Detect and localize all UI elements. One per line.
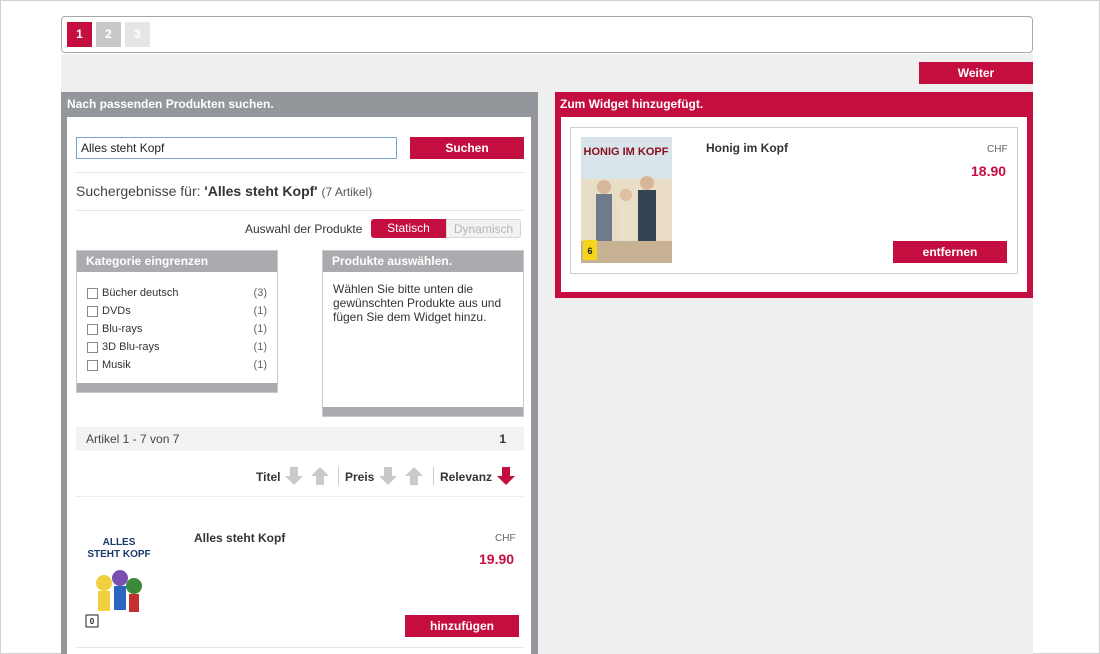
category-name: 3D Blu-rays xyxy=(102,341,160,353)
sort-title-asc-icon[interactable] xyxy=(311,466,329,486)
weiter-button[interactable]: Weiter xyxy=(919,62,1033,84)
age-rating: 0 xyxy=(90,617,95,626)
sort-price-desc-icon[interactable] xyxy=(379,466,397,486)
category-item[interactable]: DVDs (1) xyxy=(87,305,267,319)
category-name: DVDs xyxy=(102,305,131,317)
add-to-widget-button[interactable]: hinzufügen xyxy=(405,615,519,637)
results-count: (7 Artikel) xyxy=(321,185,373,199)
results-prefix: Suchergebnisse für: xyxy=(76,183,205,199)
widget-panel-body: HONIG IM KOPF 6 Honig im Kopf CHF 18.90 … xyxy=(561,117,1027,292)
checkbox[interactable] xyxy=(87,360,98,371)
step-3[interactable]: 3 xyxy=(125,22,150,47)
box-footer xyxy=(77,383,277,392)
category-item[interactable]: Bücher deutsch (3) xyxy=(87,287,267,301)
category-name: Musik xyxy=(102,359,131,371)
currency-label: CHF xyxy=(987,144,1008,155)
remove-from-widget-button[interactable]: entfernen xyxy=(893,241,1007,263)
divider xyxy=(76,210,524,211)
search-panel-title: Nach passenden Produkten suchen. xyxy=(67,97,274,111)
category-name: Bücher deutsch xyxy=(102,287,179,299)
category-count: (1) xyxy=(253,305,267,317)
product-select-title: Produkte auswählen. xyxy=(323,251,523,272)
product-cover-image: ALLES STEHT KOPF 0 xyxy=(84,528,154,628)
search-panel: Nach passenden Produkten suchen. Suchen … xyxy=(61,92,538,654)
step-2[interactable]: 2 xyxy=(96,22,121,47)
product-title: Honig im Kopf xyxy=(706,141,788,155)
category-count: (1) xyxy=(253,341,267,353)
search-panel-body: Suchen Suchergebnisse für: 'Alles steht … xyxy=(67,117,531,654)
pagination-bar: Artikel 1 - 7 von 7 1 xyxy=(76,427,524,451)
checkbox[interactable] xyxy=(87,306,98,317)
currency-label: CHF xyxy=(495,533,516,544)
category-item[interactable]: 3D Blu-rays (1) xyxy=(87,341,267,355)
age-rating: 6 xyxy=(587,246,592,256)
box-footer xyxy=(323,407,523,416)
step-indicator: 1 2 3 xyxy=(61,16,1033,53)
checkbox[interactable] xyxy=(87,288,98,299)
search-input[interactable] xyxy=(76,137,397,159)
cover-title-1: ALLES xyxy=(103,537,136,548)
checkbox[interactable] xyxy=(87,324,98,335)
category-count: (3) xyxy=(253,287,267,299)
category-item[interactable]: Blu-rays (1) xyxy=(87,323,267,337)
divider xyxy=(76,172,524,173)
toggle-dynamic[interactable]: Dynamisch xyxy=(446,219,521,238)
sort-relevance-label: Relevanz xyxy=(440,470,493,484)
product-price: 19.90 xyxy=(479,551,515,567)
search-button[interactable]: Suchen xyxy=(410,137,524,159)
cover-title-2: STEHT KOPF xyxy=(87,549,150,560)
sort-title-desc-icon[interactable] xyxy=(285,466,303,486)
product-price: 18.90 xyxy=(971,163,1007,179)
sort-bar: Titel Preis Relevanz xyxy=(76,462,524,490)
page-number[interactable]: 1 xyxy=(499,432,506,446)
product-select-box: Produkte auswählen. Wählen Sie bitte unt… xyxy=(322,250,524,417)
sort-relevance-desc-icon[interactable] xyxy=(497,466,515,486)
category-name: Blu-rays xyxy=(102,323,143,335)
product-cover-image: HONIG IM KOPF 6 xyxy=(581,137,672,263)
step-1[interactable]: 1 xyxy=(67,22,92,47)
category-filter-title: Kategorie eingrenzen xyxy=(77,251,277,272)
sort-price-label: Preis xyxy=(345,470,375,484)
search-results-summary: Suchergebnisse für: 'Alles steht Kopf' (… xyxy=(76,183,372,199)
category-item[interactable]: Musik (1) xyxy=(87,359,267,373)
pagination-label: Artikel 1 - 7 von 7 xyxy=(86,432,180,446)
sort-title-label: Titel xyxy=(256,470,281,484)
cover-title: HONIG IM KOPF xyxy=(584,146,669,158)
widget-panel: Zum Widget hinzugefügt. HONIG IM KOPF 6 … xyxy=(555,92,1033,298)
divider xyxy=(433,467,434,485)
divider xyxy=(338,467,339,485)
category-filter-box: Kategorie eingrenzen Bücher deutsch (3) … xyxy=(76,250,278,393)
toggle-static[interactable]: Statisch xyxy=(371,219,446,238)
product-title: Alles steht Kopf xyxy=(194,531,286,545)
divider xyxy=(76,496,524,497)
sort-price-asc-icon[interactable] xyxy=(405,466,423,486)
category-count: (1) xyxy=(253,359,267,371)
widget-panel-title: Zum Widget hinzugefügt. xyxy=(560,97,704,111)
product-selection-label: Auswahl der Produkte xyxy=(245,222,363,236)
product-select-hint: Wählen Sie bitte unten die gewünschten P… xyxy=(333,282,502,324)
results-query: 'Alles steht Kopf' xyxy=(204,183,318,199)
checkbox[interactable] xyxy=(87,342,98,353)
category-count: (1) xyxy=(253,323,267,335)
widget-item: HONIG IM KOPF 6 Honig im Kopf CHF 18.90 … xyxy=(570,127,1018,274)
divider xyxy=(76,647,524,648)
